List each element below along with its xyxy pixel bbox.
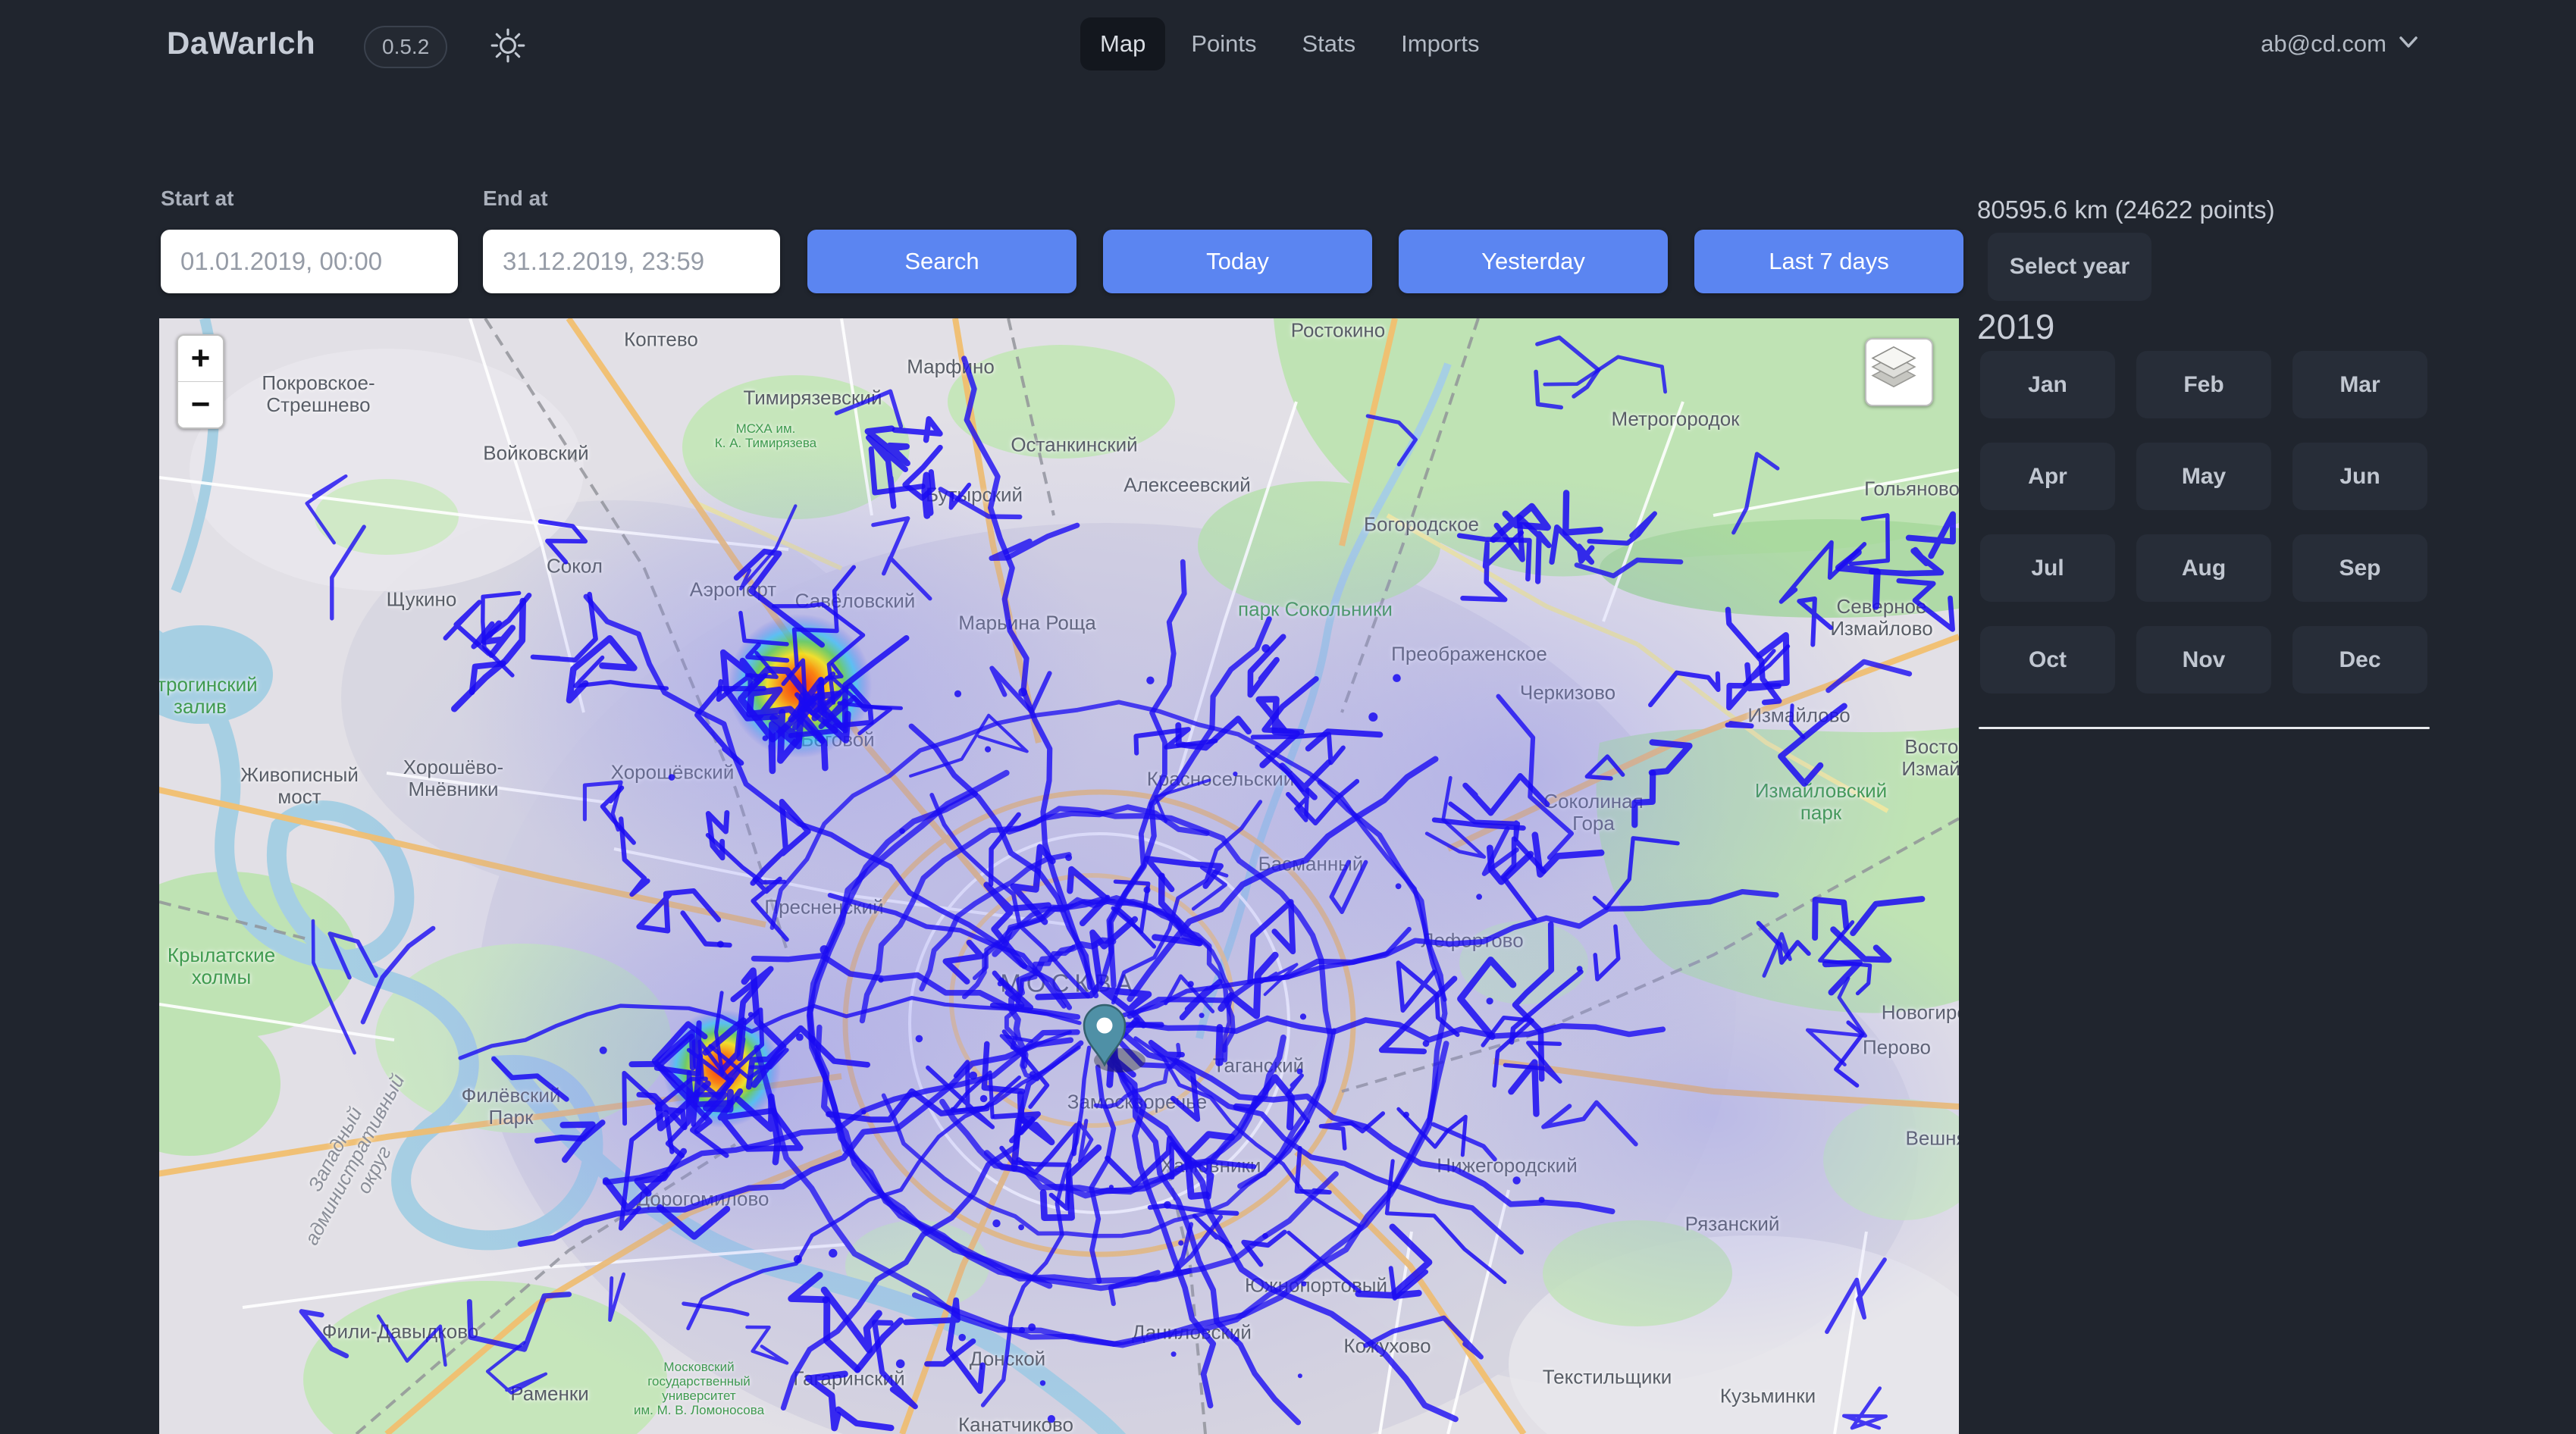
zoom-control: + − bbox=[177, 334, 224, 429]
month-button-dec[interactable]: Dec bbox=[2292, 626, 2427, 694]
chevron-down-icon bbox=[2397, 35, 2420, 54]
zoom-out-button[interactable]: − bbox=[178, 382, 223, 428]
today-button[interactable]: Today bbox=[1103, 230, 1372, 293]
month-button-jan[interactable]: Jan bbox=[1980, 351, 2115, 418]
tab-stats[interactable]: Stats bbox=[1282, 17, 1375, 70]
start-at-input[interactable] bbox=[161, 230, 458, 293]
main-nav-tabs: Map Points Stats Imports bbox=[1080, 17, 1500, 70]
month-grid: Jan Feb Mar Apr May Jun Jul Aug Sep Oct Nov Dec bbox=[1980, 351, 2430, 694]
layers-control-button[interactable] bbox=[1865, 338, 1933, 406]
app-root: DaWarIch 0.5.2 Map Points Stats Imports … bbox=[0, 0, 2576, 1434]
tab-imports[interactable]: Imports bbox=[1381, 17, 1499, 70]
navbar: DaWarIch 0.5.2 Map Points Stats Imports … bbox=[0, 0, 2576, 91]
month-button-may[interactable]: May bbox=[2136, 443, 2271, 510]
yesterday-button[interactable]: Yesterday bbox=[1399, 230, 1668, 293]
month-button-aug[interactable]: Aug bbox=[2136, 534, 2271, 602]
zoom-in-button[interactable]: + bbox=[178, 336, 223, 382]
month-button-sep[interactable]: Sep bbox=[2292, 534, 2427, 602]
user-email: ab@cd.com bbox=[2261, 30, 2386, 58]
month-button-nov[interactable]: Nov bbox=[2136, 626, 2271, 694]
distance-points-stats: 80595.6 km (24622 points) bbox=[1977, 196, 2275, 224]
select-year-button[interactable]: Select year bbox=[1988, 233, 2151, 301]
app-logo[interactable]: DaWarIch bbox=[167, 25, 315, 61]
month-button-apr[interactable]: Apr bbox=[1980, 443, 2115, 510]
search-button[interactable]: Search bbox=[807, 230, 1076, 293]
month-button-jul[interactable]: Jul bbox=[1980, 534, 2115, 602]
sidebar-divider bbox=[1979, 727, 2430, 729]
month-button-jun[interactable]: Jun bbox=[2292, 443, 2427, 510]
end-at-input[interactable] bbox=[483, 230, 780, 293]
tab-map[interactable]: Map bbox=[1080, 17, 1165, 70]
version-badge: 0.5.2 bbox=[364, 26, 447, 68]
map-overlay bbox=[159, 318, 1959, 1434]
month-button-oct[interactable]: Oct bbox=[1980, 626, 2115, 694]
theme-toggle-button[interactable] bbox=[489, 27, 527, 64]
tab-points[interactable]: Points bbox=[1171, 17, 1276, 70]
user-menu[interactable]: ab@cd.com bbox=[2261, 17, 2420, 70]
month-button-feb[interactable]: Feb bbox=[2136, 351, 2271, 418]
last-7-days-button[interactable]: Last 7 days bbox=[1694, 230, 1963, 293]
month-button-mar[interactable]: Mar bbox=[2292, 351, 2427, 418]
map-container[interactable]: Покровское- СтрешневоКоптевоТимирязевски… bbox=[159, 318, 1959, 1434]
start-at-label: Start at bbox=[161, 186, 233, 211]
sun-icon bbox=[489, 55, 527, 67]
year-heading: 2019 bbox=[1977, 306, 2054, 347]
end-at-label: End at bbox=[483, 186, 548, 211]
